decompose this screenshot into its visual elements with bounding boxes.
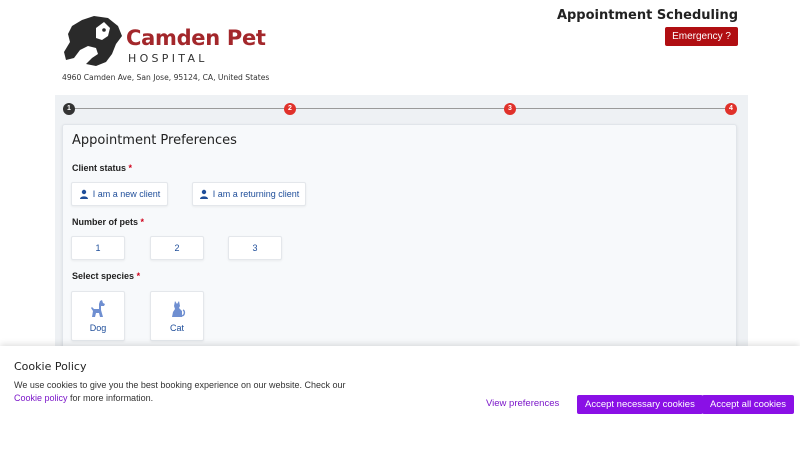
brand-name: Camden Pet (126, 26, 266, 50)
cat-label: Cat (169, 323, 184, 333)
returning-client-label: I am a returning client (212, 189, 300, 199)
pets-option-3[interactable]: 3 (228, 236, 282, 260)
section-title: Appointment Preferences (72, 133, 237, 148)
species-dog-button[interactable]: Dog (71, 291, 125, 341)
hospital-address: 4960 Camden Ave, San Jose, 95124, CA, Un… (62, 73, 270, 82)
cookie-text: We use cookies to give you the best book… (14, 379, 346, 405)
hospital-logo[interactable]: Camden Pet HOSPITAL (62, 14, 266, 68)
page-title: Appointment Scheduling (556, 8, 738, 23)
cat-icon (172, 301, 186, 317)
client-status-label: Client status * (72, 163, 132, 173)
number-of-pets-label: Number of pets * (72, 217, 144, 227)
cookie-text-line2: for more information. (70, 393, 154, 403)
user-icon (199, 189, 208, 199)
accept-necessary-cookies-button[interactable]: Accept necessary cookies (577, 395, 703, 414)
returning-client-button[interactable]: I am a returning client (192, 182, 306, 206)
species-cat-button[interactable]: Cat (150, 291, 204, 341)
pets-option-2[interactable]: 2 (150, 236, 204, 260)
page: Camden Pet HOSPITAL 4960 Camden Ave, San… (0, 0, 800, 450)
appointment-preferences-card: Appointment Preferences Client status * … (62, 124, 737, 354)
emergency-button[interactable]: Emergency ? (665, 27, 738, 46)
accept-all-cookies-button[interactable]: Accept all cookies (702, 395, 795, 414)
required-mark: * (136, 271, 141, 281)
new-client-button[interactable]: I am a new client (71, 182, 168, 206)
pets-option-1[interactable]: 1 (71, 236, 125, 260)
step-1[interactable]: 1 (63, 103, 75, 115)
cookie-policy-link[interactable]: Cookie policy (14, 393, 68, 403)
new-client-label: I am a new client (92, 189, 161, 199)
cookie-title: Cookie Policy (14, 360, 87, 373)
step-progress: 1 2 3 4 (63, 103, 739, 115)
view-preferences-button[interactable]: View preferences (486, 398, 559, 409)
select-species-label: Select species * (72, 271, 140, 281)
brand-subtitle: HOSPITAL (128, 52, 208, 65)
step-4[interactable]: 4 (725, 103, 737, 115)
dog-label: Dog (89, 323, 107, 333)
required-mark: * (140, 217, 145, 227)
dog-icon (91, 300, 105, 317)
required-mark: * (128, 163, 133, 173)
step-progress-line (69, 108, 733, 109)
step-3[interactable]: 3 (504, 103, 516, 115)
step-2[interactable]: 2 (284, 103, 296, 115)
user-icon (79, 189, 88, 199)
client-status-label-text: Client status (72, 163, 127, 173)
cookie-banner: Cookie Policy We use cookies to give you… (0, 346, 800, 450)
number-of-pets-label-text: Number of pets (72, 217, 139, 227)
dog-cat-silhouette-icon (64, 16, 122, 66)
select-species-label-text: Select species (72, 271, 135, 281)
cookie-text-line1: We use cookies to give you the best book… (14, 380, 346, 390)
